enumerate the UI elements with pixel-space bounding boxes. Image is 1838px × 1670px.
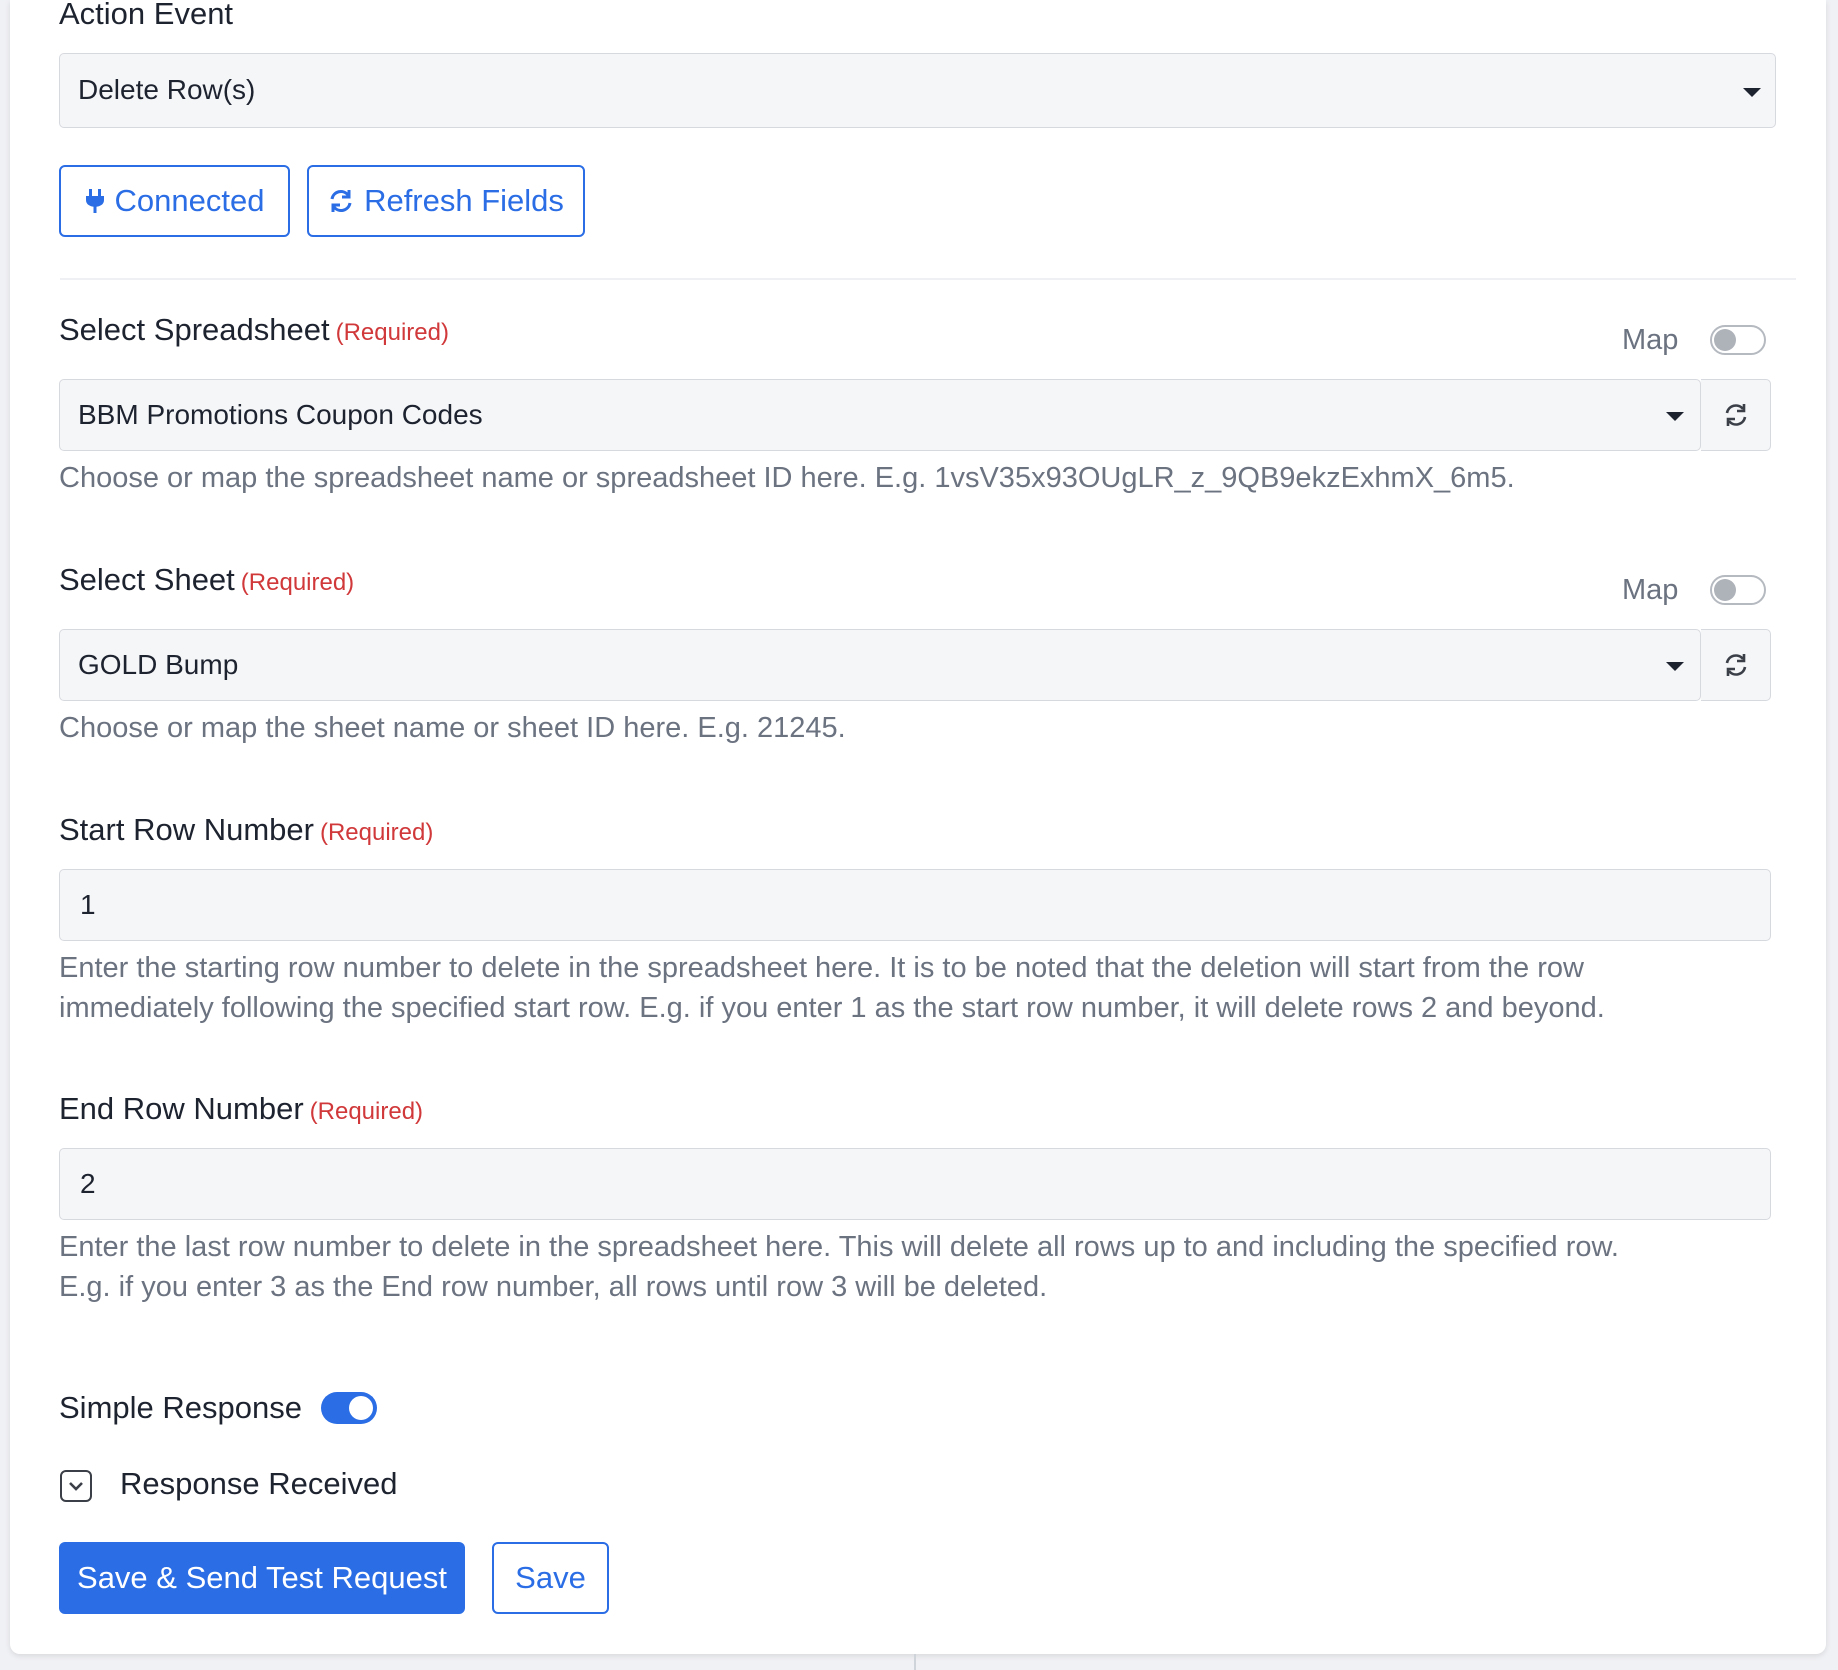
toggle-knob (1714, 329, 1736, 351)
save-button[interactable]: Save (492, 1542, 609, 1614)
connected-button[interactable]: Connected (59, 165, 290, 237)
spreadsheet-refresh-button[interactable] (1701, 379, 1771, 451)
response-received-expand[interactable] (60, 1470, 92, 1502)
start-row-help-line2: immediately following the specified star… (59, 992, 1605, 1024)
start-row-label-text: Start Row Number (59, 812, 314, 847)
required-indicator: (Required) (319, 819, 434, 846)
spreadsheet-map-label: Map (1622, 324, 1679, 356)
action-event-select[interactable]: Delete Row(s) (59, 53, 1776, 128)
required-indicator: (Required) (335, 319, 449, 346)
save-send-test-button[interactable]: Save & Send Test Request (59, 1542, 465, 1614)
sheet-map-toggle[interactable] (1710, 575, 1766, 605)
connector-line (914, 1654, 916, 1670)
spreadsheet-label: Select Spreadsheet (Required) (59, 312, 449, 348)
spreadsheet-value: BBM Promotions Coupon Codes (78, 399, 483, 430)
caret-down-icon (1666, 662, 1684, 671)
connected-label: Connected (114, 183, 265, 218)
sheet-map-label: Map (1622, 574, 1679, 606)
toggle-knob (349, 1396, 373, 1420)
sheet-value: GOLD Bump (78, 649, 239, 680)
caret-down-icon (1743, 88, 1761, 97)
end-row-label-text: End Row Number (59, 1091, 304, 1126)
start-row-help-line1: Enter the starting row number to delete … (59, 952, 1584, 984)
spreadsheet-label-text: Select Spreadsheet (59, 312, 330, 347)
sheet-help: Choose or map the sheet name or sheet ID… (59, 712, 846, 744)
refresh-icon (1725, 404, 1746, 426)
sheet-select[interactable]: GOLD Bump (59, 629, 1701, 701)
section-divider (60, 278, 1796, 280)
toggle-knob (1714, 579, 1736, 601)
spreadsheet-help: Choose or map the spreadsheet name or sp… (59, 462, 1515, 494)
save-label: Save (515, 1560, 586, 1595)
refresh-fields-label: Refresh Fields (364, 183, 564, 218)
end-row-value: 2 (80, 1168, 96, 1199)
spreadsheet-map-toggle[interactable] (1710, 325, 1766, 355)
end-row-input[interactable]: 2 (59, 1148, 1771, 1220)
refresh-icon (1725, 654, 1746, 676)
end-row-help-line1: Enter the last row number to delete in t… (59, 1231, 1619, 1263)
end-row-label: End Row Number (Required) (59, 1091, 423, 1127)
chevron-down-icon (69, 1482, 83, 1491)
end-row-help-line2: E.g. if you enter 3 as the End row numbe… (59, 1271, 1048, 1303)
refresh-fields-button[interactable]: Refresh Fields (307, 165, 585, 237)
response-received-label: Response Received (120, 1466, 398, 1501)
caret-down-icon (1666, 412, 1684, 421)
required-indicator: (Required) (240, 569, 355, 596)
start-row-value: 1 (80, 889, 96, 920)
refresh-icon (330, 190, 352, 212)
start-row-input[interactable]: 1 (59, 869, 1771, 941)
action-event-value: Delete Row(s) (78, 74, 256, 105)
spreadsheet-select[interactable]: BBM Promotions Coupon Codes (59, 379, 1701, 451)
sheet-label-text: Select Sheet (59, 562, 235, 597)
action-event-label: Action Event (59, 0, 234, 31)
form-panel: Action Event Delete Row(s) Connected Ref… (10, 0, 1826, 1654)
sheet-label: Select Sheet (Required) (59, 562, 354, 598)
start-row-label: Start Row Number (Required) (59, 812, 433, 848)
simple-response-toggle[interactable] (321, 1392, 377, 1424)
save-send-label: Save & Send Test Request (77, 1560, 447, 1595)
plug-icon (85, 189, 104, 213)
required-indicator: (Required) (309, 1098, 424, 1125)
simple-response-label: Simple Response (59, 1390, 302, 1425)
sheet-refresh-button[interactable] (1701, 629, 1771, 701)
